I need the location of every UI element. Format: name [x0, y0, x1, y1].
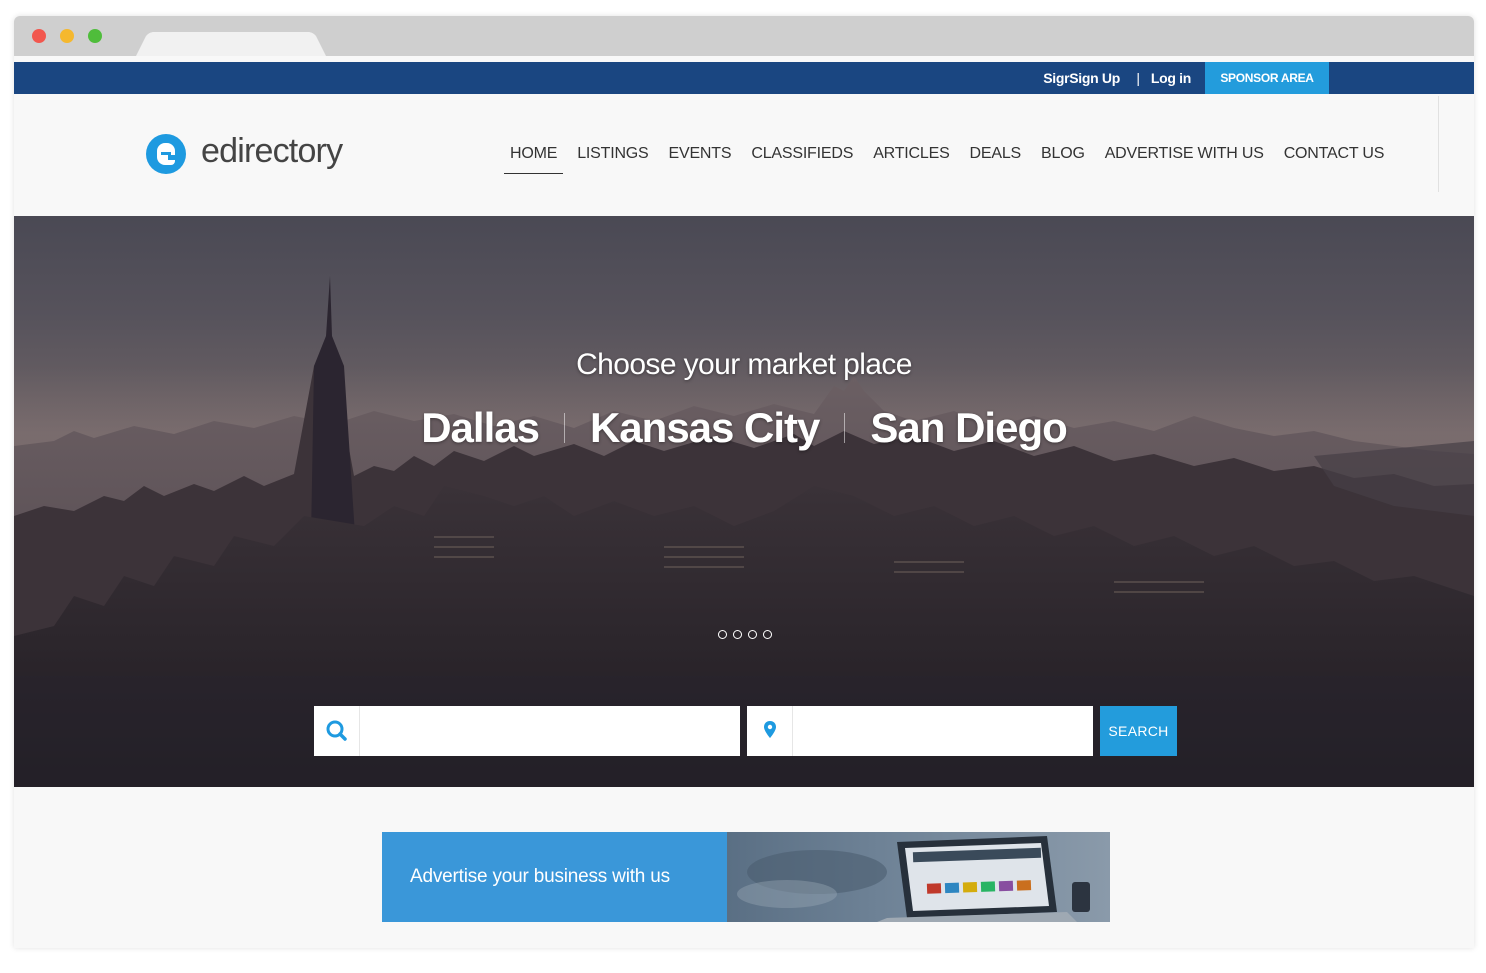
site-header: edirectory HOME LISTINGS EVENTS CLASSIFI…: [14, 94, 1474, 216]
slider-dot[interactable]: [718, 630, 727, 639]
edirectory-logo-icon[interactable]: [146, 134, 186, 174]
advertise-banner-panel: Advertise your business with us: [382, 832, 727, 922]
keyword-search-input[interactable]: [361, 706, 739, 756]
browser-chrome: [14, 16, 1474, 56]
search-icon: [314, 706, 360, 756]
keyword-search-field: [314, 706, 740, 756]
map-pin-icon: [747, 706, 793, 756]
market-separator: [563, 413, 565, 443]
market-san-diego[interactable]: San Diego: [870, 404, 1067, 452]
nav-listings[interactable]: LISTINGS: [571, 144, 654, 174]
market-list: Dallas Kansas City San Diego: [14, 404, 1474, 452]
sign-up-link[interactable]: SigrSign Up: [1043, 62, 1120, 94]
market-separator: [844, 413, 846, 443]
market-kansas-city[interactable]: Kansas City: [590, 404, 820, 452]
browser-window: SigrSign Up | Log in SPONSOR AREA edirec…: [14, 16, 1474, 948]
minimize-window-button[interactable]: [60, 29, 74, 43]
hero-banner: Choose your market place Dallas Kansas C…: [14, 216, 1474, 787]
sponsor-area-button[interactable]: SPONSOR AREA: [1205, 62, 1329, 94]
nav-home[interactable]: HOME: [504, 144, 564, 174]
search-button[interactable]: SEARCH: [1100, 706, 1177, 756]
close-window-button[interactable]: [32, 29, 46, 43]
advertise-banner-image: [727, 832, 1110, 922]
nav-advertise[interactable]: ADVERTISE WITH US: [1099, 144, 1270, 174]
location-search-input[interactable]: [794, 706, 1092, 756]
header-divider: [1438, 96, 1439, 192]
topbar-separator: |: [1136, 70, 1140, 86]
advertise-banner-text: Advertise your business with us: [410, 866, 670, 887]
slider-dot[interactable]: [748, 630, 757, 639]
market-dallas[interactable]: Dallas: [421, 404, 540, 452]
browser-tab[interactable]: [136, 32, 326, 56]
advertise-banner[interactable]: Advertise your business with us: [382, 832, 1110, 922]
slider-dot[interactable]: [763, 630, 772, 639]
nav-classifieds[interactable]: CLASSIFIEDS: [745, 144, 859, 174]
location-search-field: [747, 706, 1093, 756]
nav-events[interactable]: EVENTS: [663, 144, 738, 174]
nav-articles[interactable]: ARTICLES: [867, 144, 955, 174]
logo-text[interactable]: edirectory: [201, 132, 343, 171]
maximize-window-button[interactable]: [88, 29, 102, 43]
main-nav: HOME LISTINGS EVENTS CLASSIFIEDS ARTICLE…: [504, 144, 1398, 174]
hero-title: Choose your market place: [576, 348, 912, 381]
nav-blog[interactable]: BLOG: [1035, 144, 1091, 174]
search-bar: SEARCH: [14, 676, 1474, 787]
log-in-link[interactable]: Log in: [1151, 62, 1191, 94]
slider-pagination: [718, 630, 778, 639]
nav-deals[interactable]: DEALS: [964, 144, 1027, 174]
top-bar: SigrSign Up | Log in SPONSOR AREA: [14, 62, 1474, 94]
slider-dot[interactable]: [733, 630, 742, 639]
nav-contact[interactable]: CONTACT US: [1278, 144, 1391, 174]
